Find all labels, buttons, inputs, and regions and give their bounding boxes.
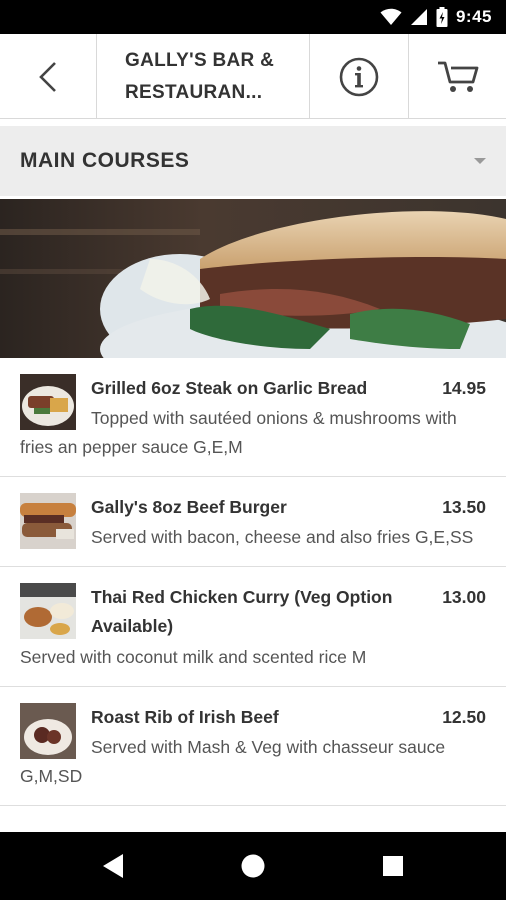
category-hero-image [0, 199, 506, 358]
dropdown-triangle-icon [474, 158, 486, 164]
info-button[interactable] [310, 34, 409, 119]
status-time: 9:45 [455, 7, 492, 26]
menu-item[interactable]: Thai Red Chicken Curry (Veg Option Avail… [0, 567, 506, 687]
menu-item[interactable]: Roast Rib of Irish Beef 12.50 Served wit… [0, 687, 506, 806]
menu-item-thumbnail [20, 583, 76, 639]
menu-item-name: Roast Rib of Irish Beef [91, 707, 279, 727]
restaurant-title-cell: GALLY'S BAR & RESTAURAN... [97, 34, 310, 119]
menu-item-price: 12.50 [442, 707, 486, 727]
menu-item-description: Served with coconut milk and scented ric… [20, 647, 367, 667]
menu-item-thumbnail [20, 703, 76, 759]
cart-icon [437, 61, 478, 92]
battery-icon [436, 7, 448, 27]
menu-item-name: Grilled 6oz Steak on Garlic Bread [91, 378, 368, 398]
toolbar: GALLY'S BAR & RESTAURAN... [0, 34, 506, 119]
system-nav-bar [0, 832, 506, 900]
menu-item-name: Gally's 8oz Beef Burger [91, 497, 287, 517]
menu-item[interactable]: Grilled 6oz Steak on Garlic Bread 14.95 … [0, 358, 506, 477]
cart-button[interactable] [409, 34, 506, 119]
menu-item-description: Topped with sautéed onions & mushrooms w… [20, 408, 457, 457]
restaurant-title: GALLY'S BAR & RESTAURAN... [125, 49, 275, 103]
menu-item-thumbnail [20, 493, 76, 549]
menu-item-price: 14.95 [442, 378, 486, 398]
menu-item-price: 13.00 [442, 587, 486, 607]
info-icon [339, 57, 379, 96]
back-arrow-icon [39, 61, 56, 92]
menu-item-description: Served with bacon, cheese and also fries… [91, 527, 474, 547]
menu-item-description: Served with Mash & Veg with chasseur sau… [20, 737, 446, 786]
nav-recents-icon[interactable] [383, 856, 403, 876]
signal-icon [410, 9, 427, 25]
status-bar: 9:45 [0, 0, 506, 34]
category-label: MAIN COURSES [20, 149, 190, 172]
nav-home-icon[interactable] [241, 854, 265, 878]
wifi-icon [380, 8, 402, 25]
menu-item-thumbnail [20, 374, 76, 430]
menu-item[interactable]: Gally's 8oz Beef Burger 13.50 Served wit… [0, 477, 506, 567]
back-button[interactable] [0, 34, 97, 119]
category-selector[interactable]: MAIN COURSES [0, 126, 506, 196]
menu-list: Grilled 6oz Steak on Garlic Bread 14.95 … [0, 358, 506, 832]
nav-back-icon[interactable] [103, 854, 123, 878]
menu-item-name: Thai Red Chicken Curry (Veg Option Avail… [91, 587, 393, 636]
menu-item-price: 13.50 [442, 497, 486, 517]
